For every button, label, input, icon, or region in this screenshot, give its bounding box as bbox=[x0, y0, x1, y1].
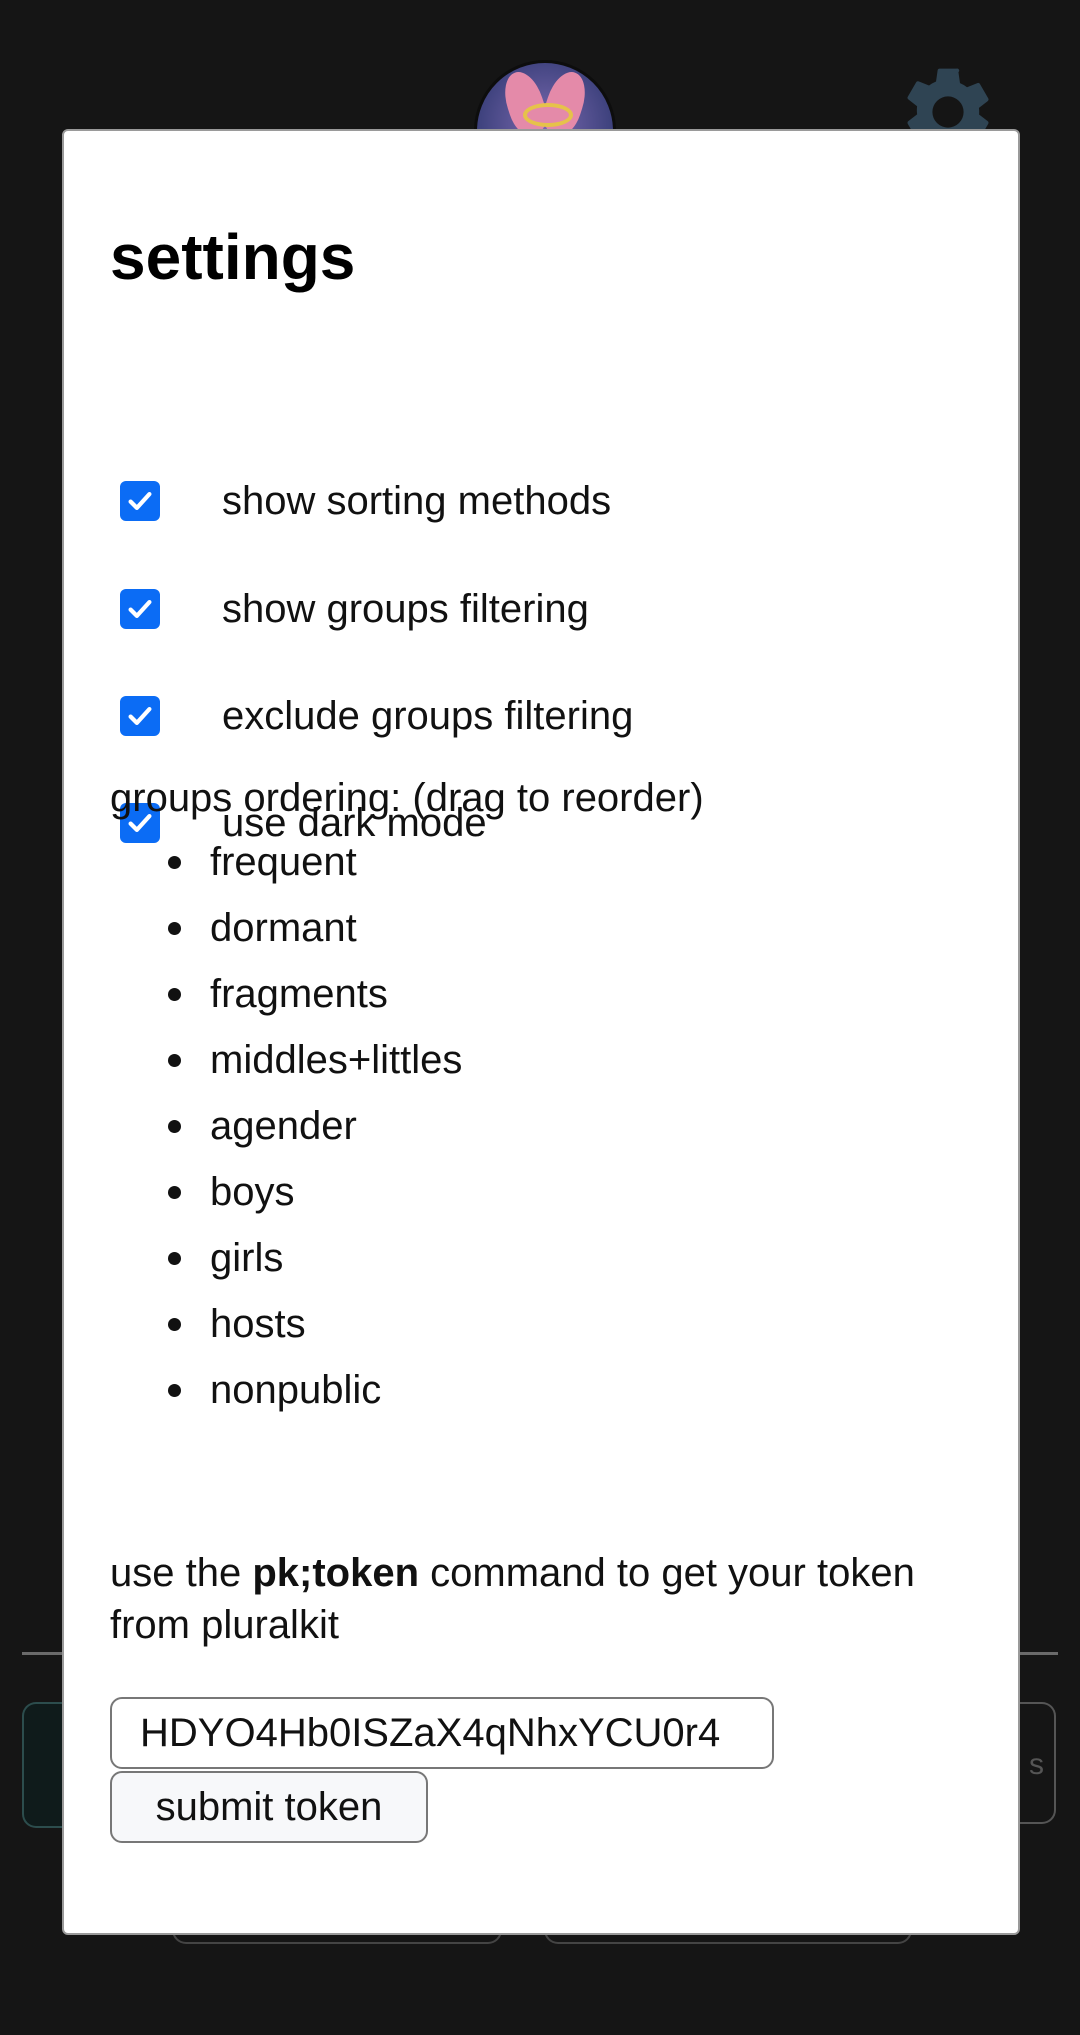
modal-title: settings bbox=[110, 221, 356, 293]
bullet-icon bbox=[168, 1251, 181, 1265]
token-input[interactable] bbox=[110, 1697, 774, 1769]
token-help-prefix: use the bbox=[110, 1551, 253, 1595]
token-command: pk;token bbox=[252, 1551, 420, 1595]
group-item-hosts[interactable]: hosts bbox=[110, 1291, 462, 1357]
checkbox-checked-icon[interactable] bbox=[120, 481, 160, 521]
group-label: middles+littles bbox=[210, 1037, 463, 1082]
group-label: agender bbox=[210, 1103, 357, 1148]
setting-show-groups-filtering[interactable]: show groups filtering bbox=[120, 579, 589, 639]
group-label: girls bbox=[210, 1235, 284, 1280]
checkbox-checked-icon[interactable] bbox=[120, 589, 160, 629]
group-item-middles-littles[interactable]: middles+littles bbox=[110, 1027, 462, 1093]
submit-token-button[interactable]: submit token bbox=[110, 1771, 428, 1843]
background-panel-text: s bbox=[1029, 1748, 1044, 1781]
group-label: frequent bbox=[210, 839, 357, 884]
setting-label: exclude groups filtering bbox=[222, 694, 634, 738]
bullet-icon bbox=[168, 1119, 181, 1133]
group-label: hosts bbox=[210, 1301, 306, 1346]
bullet-icon bbox=[168, 1383, 181, 1397]
groups-ordering-heading: groups ordering: (drag to reorder) bbox=[110, 776, 704, 820]
group-label: nonpublic bbox=[210, 1367, 382, 1412]
checkbox-checked-icon[interactable] bbox=[120, 696, 160, 736]
groups-ordering-list: frequent dormant fragments middles+littl… bbox=[110, 829, 462, 1423]
bullet-icon bbox=[168, 1185, 181, 1199]
token-help-text: use the pk;token command to get your tok… bbox=[110, 1547, 940, 1651]
setting-label: show groups filtering bbox=[222, 587, 589, 631]
group-label: boys bbox=[210, 1169, 295, 1214]
setting-exclude-groups-filtering[interactable]: exclude groups filtering bbox=[120, 686, 633, 746]
bullet-icon bbox=[168, 921, 181, 935]
group-label: dormant bbox=[210, 905, 357, 950]
group-item-boys[interactable]: boys bbox=[110, 1159, 462, 1225]
group-label: fragments bbox=[210, 971, 388, 1016]
group-item-fragments[interactable]: fragments bbox=[110, 961, 462, 1027]
bullet-icon bbox=[168, 855, 181, 869]
group-item-nonpublic[interactable]: nonpublic bbox=[110, 1357, 462, 1423]
bullet-icon bbox=[168, 1317, 181, 1331]
group-item-girls[interactable]: girls bbox=[110, 1225, 462, 1291]
setting-label: show sorting methods bbox=[222, 479, 612, 523]
group-item-dormant[interactable]: dormant bbox=[110, 895, 462, 961]
group-item-agender[interactable]: agender bbox=[110, 1093, 462, 1159]
bullet-icon bbox=[168, 987, 181, 1001]
settings-modal: settings show sorting methods show group… bbox=[62, 129, 1020, 1935]
setting-show-sorting-methods[interactable]: show sorting methods bbox=[120, 471, 611, 531]
bullet-icon bbox=[168, 1053, 181, 1067]
group-item-frequent[interactable]: frequent bbox=[110, 829, 462, 895]
avatar-halo bbox=[523, 103, 573, 127]
